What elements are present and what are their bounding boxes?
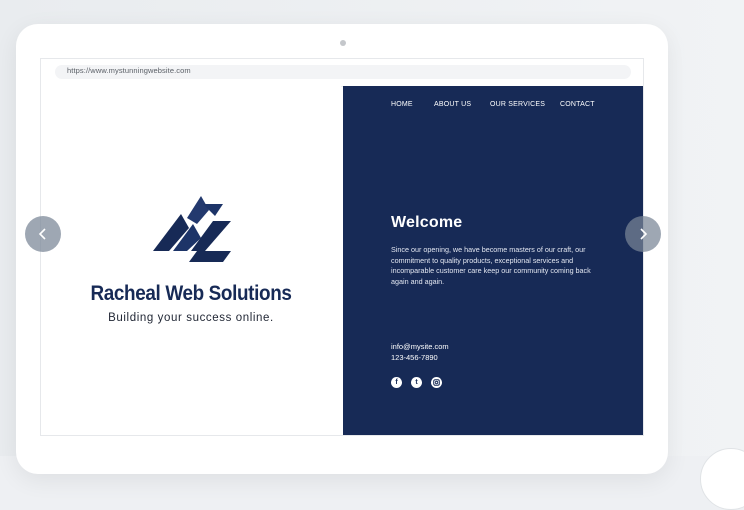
camera-dot [340,40,346,46]
twitter-icon[interactable]: t [411,377,422,388]
nav-item-services[interactable]: OUR SERVICES [490,101,545,108]
instagram-icon[interactable] [431,377,442,388]
brand-name: Racheal Web Solutions [90,282,292,305]
nav-item-home[interactable]: HOME [391,101,413,108]
brand-panel: Racheal Web Solutions Building your succ… [41,86,341,435]
next-arrow-button[interactable] [625,216,661,252]
hero-title: Welcome [391,214,463,231]
page-content: Racheal Web Solutions Building your succ… [41,86,643,435]
contact-phone[interactable]: 123-456-7890 [391,353,449,364]
contact-info: info@mysite.com 123-456-7890 [391,342,449,363]
chevron-left-icon [38,228,46,240]
contact-email[interactable]: info@mysite.com [391,342,449,353]
nav-item-contact[interactable]: CONTACT [560,101,595,108]
chevron-right-icon [640,228,648,240]
hero-description: Since our opening, we have become master… [391,245,591,286]
browser-bar: https://www.mystunningwebsite.com [41,59,643,87]
brand-tagline: Building your success online. [108,312,274,324]
content-panel: HOME ABOUT US OUR SERVICES CONTACT Welco… [343,86,643,435]
facebook-icon[interactable]: f [391,377,402,388]
url-text: https://www.mystunningwebsite.com [67,66,191,75]
nav-item-about[interactable]: ABOUT US [434,101,471,108]
website-preview: https://www.mystunningwebsite.com Rachea… [40,58,644,436]
brand-logo-icon [153,196,231,262]
previous-arrow-button[interactable] [25,216,61,252]
address-bar[interactable]: https://www.mystunningwebsite.com [55,65,631,79]
corner-button[interactable] [700,448,744,510]
laptop-frame: https://www.mystunningwebsite.com Rachea… [16,24,668,474]
